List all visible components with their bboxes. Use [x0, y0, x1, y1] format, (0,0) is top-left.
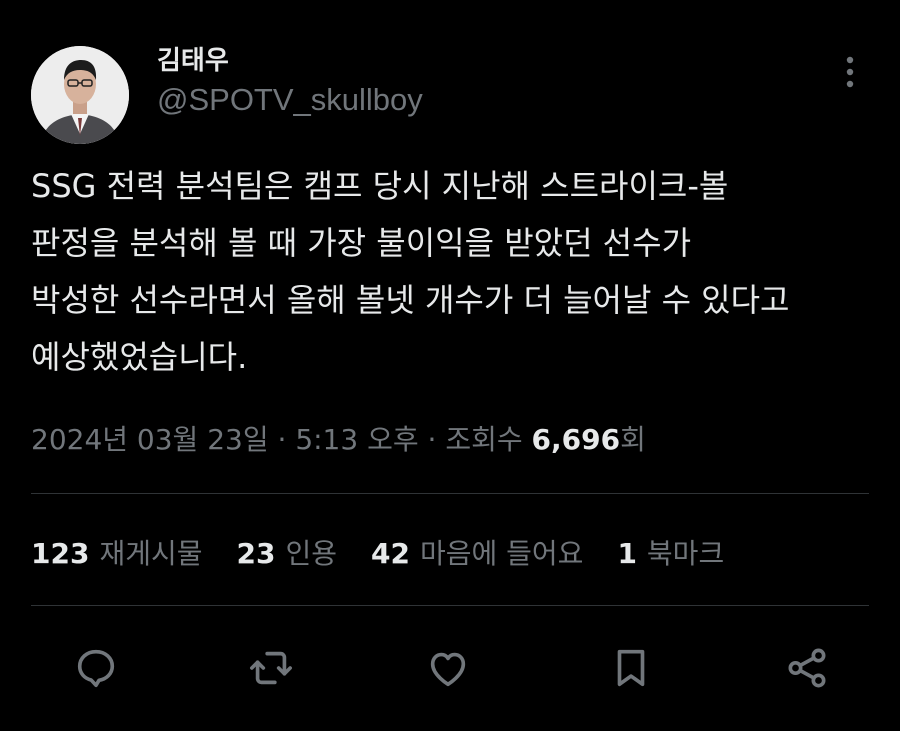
stat-label: 북마크: [646, 537, 725, 570]
stat-label: 인용: [285, 537, 337, 570]
stat-quotes[interactable]: 23 인용: [237, 532, 338, 572]
share-icon: [788, 648, 826, 688]
views-suffix: 회: [620, 423, 646, 456]
tweet-date[interactable]: 2024년 03월 23일: [31, 423, 269, 456]
stat-count: 123: [31, 537, 90, 570]
bookmark-icon: [617, 649, 645, 687]
engagement-stats: 123 재게시물 23 인용 42 마음에 들어요 1 북마크: [31, 532, 758, 572]
bookmark-button[interactable]: [603, 640, 659, 696]
tweet-text: SSG 전력 분석팀은 캠프 당시 지난해 스트라이크-볼 판정을 분석해 볼 …: [31, 158, 881, 386]
like-button[interactable]: [420, 640, 476, 696]
stat-reposts[interactable]: 123 재게시물: [31, 532, 203, 572]
reply-icon: [77, 649, 115, 688]
divider: [31, 605, 869, 606]
stat-bookmarks[interactable]: 1 북마크: [617, 532, 724, 572]
tweet-line: 판정을 분석해 볼 때 가장 불이익을 받았던 선수가: [31, 224, 692, 262]
meta-separator: ·: [268, 423, 296, 456]
retweet-button[interactable]: [243, 640, 299, 696]
meta-separator: ·: [418, 423, 446, 456]
tweet-line: SSG 전력 분석팀은 캠프 당시 지난해 스트라이크-볼: [31, 167, 729, 205]
person-avatar-icon: [31, 46, 129, 144]
tweet-time[interactable]: 5:13 오후: [295, 423, 418, 456]
tweet-line: 박성한 선수라면서 올해 볼넷 개수가 더 늘어날 수 있다고: [31, 281, 790, 319]
display-name[interactable]: 김태우: [157, 40, 229, 77]
avatar[interactable]: [31, 46, 129, 144]
stat-count: 1: [617, 537, 637, 570]
stat-count: 23: [236, 537, 276, 570]
views-label: 조회수: [445, 423, 532, 456]
reply-button[interactable]: [68, 640, 124, 696]
share-button[interactable]: [779, 640, 835, 696]
divider: [31, 493, 869, 494]
like-icon: [430, 652, 466, 687]
tweet-line: 예상했었습니다.: [31, 338, 248, 376]
user-handle[interactable]: @SPOTV_skullboy: [157, 82, 423, 118]
views-count: 6,696: [531, 423, 621, 456]
stat-likes[interactable]: 42 마음에 들어요: [371, 532, 583, 572]
stat-label: 재게시물: [99, 537, 203, 570]
stat-label: 마음에 들어요: [419, 537, 584, 570]
tweet-meta: 2024년 03월 23일 · 5:13 오후 · 조회수 6,696회: [31, 418, 646, 458]
retweet-icon: [250, 651, 292, 685]
more-vertical-icon: [846, 56, 854, 88]
stat-count: 42: [371, 537, 410, 570]
more-options-button[interactable]: [834, 52, 866, 92]
